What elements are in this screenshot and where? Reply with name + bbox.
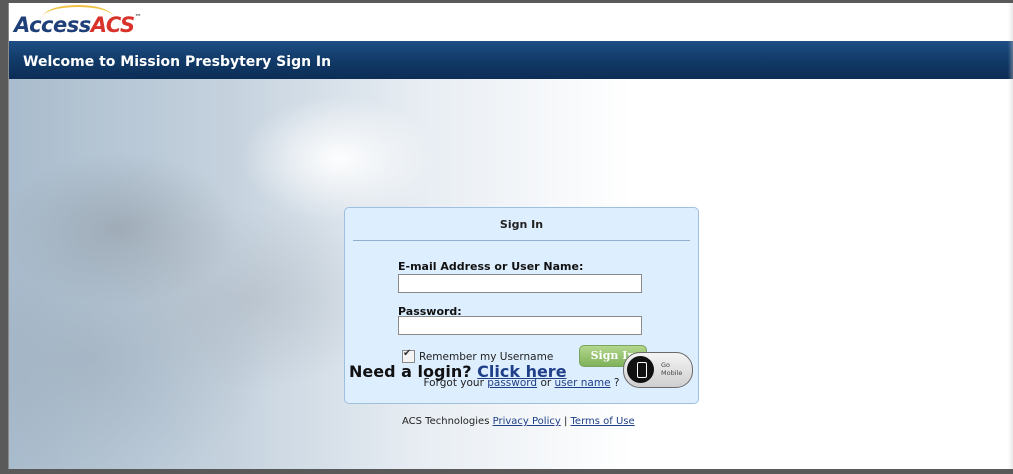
go-mobile-label: Go Mobile <box>661 361 682 377</box>
footer-company: ACS Technologies <box>402 416 490 427</box>
need-login-text: Need a login? <box>349 362 472 381</box>
page-title: Welcome to Mission Presbytery Sign In <box>23 54 332 70</box>
logo-bar: AccessACS™ <box>9 3 1013 41</box>
footer-separator: | <box>563 416 568 427</box>
go-mobile-line1: Go <box>661 361 671 369</box>
title-bar: Welcome to Mission Presbytery Sign In <box>9 41 1013 79</box>
password-input[interactable] <box>398 316 642 335</box>
accessacs-logo[interactable]: AccessACS™ <box>14 13 142 37</box>
logo-text-acs: ACS <box>90 13 135 37</box>
need-login: Need a login? Click here <box>349 362 567 381</box>
logo-trademark: ™ <box>134 13 142 21</box>
go-mobile-line2: Mobile <box>661 369 683 377</box>
logo-text-access: Access <box>14 13 91 37</box>
email-username-input[interactable] <box>398 274 642 293</box>
email-label: E-mail Address or User Name: <box>398 260 584 273</box>
right-edge-shadow <box>1008 3 1013 469</box>
go-mobile-button[interactable]: Go Mobile <box>623 352 693 388</box>
footer: ACS Technologies Privacy Policy | Terms … <box>402 416 635 427</box>
sky-background: Sign In E-mail Address or User Name: Pas… <box>9 79 1013 469</box>
sign-in-heading: Sign In <box>499 218 544 231</box>
forgot-suffix: ? <box>613 377 620 389</box>
terms-of-use-link[interactable]: Terms of Use <box>571 416 635 427</box>
click-here-link[interactable]: Click here <box>477 362 566 381</box>
remember-label: Remember my Username <box>419 350 554 363</box>
divider <box>353 240 690 241</box>
phone-icon <box>637 362 647 378</box>
phone-icon-circle <box>627 356 654 383</box>
browser-window: AccessACS™ Welcome to Mission Presbytery… <box>8 3 1013 469</box>
privacy-policy-link[interactable]: Privacy Policy <box>493 416 561 427</box>
